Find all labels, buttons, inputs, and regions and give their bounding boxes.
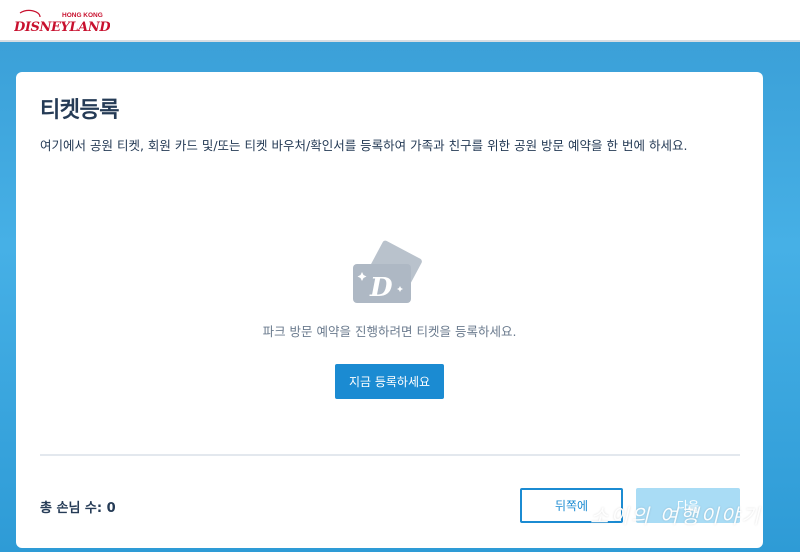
svg-text:DISNEYLAND: DISNEYLAND — [14, 20, 110, 35]
watermark: 소이의 여행이야기 — [590, 504, 762, 528]
register-now-button[interactable]: 지금 등록하세요 — [335, 364, 444, 399]
svg-text:HONG KONG: HONG KONG — [62, 12, 103, 19]
disneyland-logo[interactable]: HONG KONG DISNEYLAND — [14, 9, 110, 35]
page-title: 티켓등록 — [40, 98, 119, 123]
svg-text:D: D — [369, 273, 393, 303]
guest-count: 총 손님 수: 0 — [40, 501, 116, 516]
divider — [40, 454, 740, 456]
top-header: HONG KONG DISNEYLAND — [0, 0, 800, 42]
tickets-icon: D — [353, 240, 422, 303]
page-description: 여기에서 공원 티켓, 회원 카드 및/또는 티켓 바우처/확인서를 등록하여 … — [40, 138, 688, 153]
ticket-registration-card: 티켓등록 여기에서 공원 티켓, 회원 카드 및/또는 티켓 바우처/확인서를 … — [16, 72, 763, 548]
empty-state-message: 파크 방문 예약을 진행하려면 티켓을 등록하세요. — [262, 324, 517, 339]
